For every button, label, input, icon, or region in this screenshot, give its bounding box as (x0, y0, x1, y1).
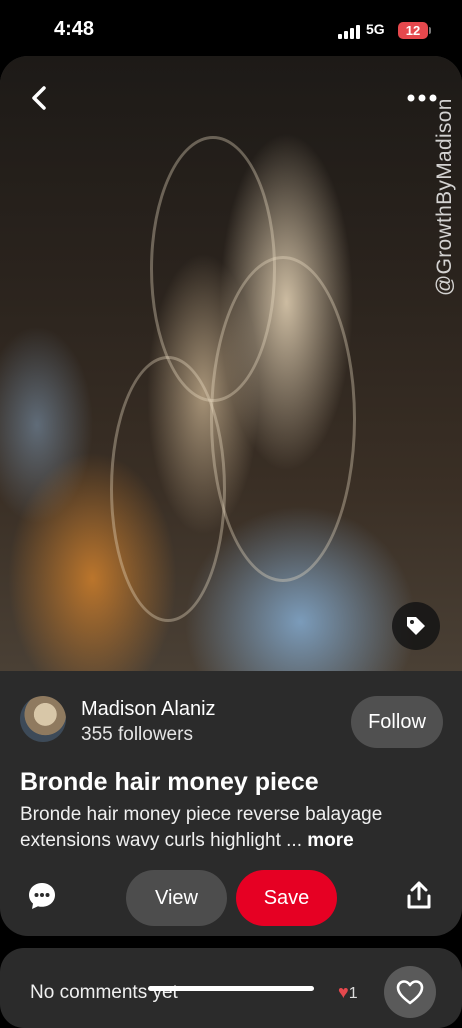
tag-button[interactable] (392, 602, 440, 650)
like-button[interactable] (384, 966, 436, 1018)
reaction-count: 1 (348, 985, 358, 1002)
comment-button[interactable] (26, 880, 58, 912)
hair-highlight (210, 256, 356, 582)
view-button[interactable]: View (126, 870, 227, 926)
status-bar: 4:48 5G 12 (0, 0, 462, 56)
home-indicator[interactable] (148, 986, 314, 991)
tag-icon (407, 617, 425, 635)
battery-cap (429, 27, 431, 34)
comment-bubble-icon (29, 883, 55, 909)
heart-outline-icon (396, 980, 424, 1005)
network-label: 5G (366, 21, 385, 37)
heart-icon: ♥ (338, 982, 349, 1002)
author-row: Madison Alaniz 355 followers Follow (20, 696, 443, 752)
pin-card: @GrowthByMadison Madison Alaniz 355 foll… (0, 56, 462, 936)
author-name[interactable]: Madison Alaniz (81, 698, 216, 721)
image-watermark: @GrowthByMadison (433, 98, 456, 296)
back-button[interactable] (22, 80, 58, 116)
pin-description: Bronde hair money piece reverse balayage… (20, 802, 440, 854)
save-button[interactable]: Save (236, 870, 337, 926)
share-upload-icon (407, 881, 431, 909)
pin-image[interactable]: @GrowthByMadison (0, 56, 462, 671)
follower-count: 355 followers (81, 724, 193, 745)
signal-icon (338, 25, 360, 39)
action-bar: View Save (0, 868, 462, 928)
status-time: 4:48 (54, 18, 95, 40)
share-button[interactable] (406, 880, 432, 910)
chevron-left-icon (32, 86, 46, 110)
avatar[interactable] (20, 696, 66, 742)
pin-title: Bronde hair money piece (20, 768, 319, 796)
hair-highlight (110, 356, 226, 622)
more-link[interactable]: more (307, 830, 353, 851)
battery-icon: 12 (398, 22, 428, 39)
follow-button[interactable]: Follow (351, 696, 443, 748)
